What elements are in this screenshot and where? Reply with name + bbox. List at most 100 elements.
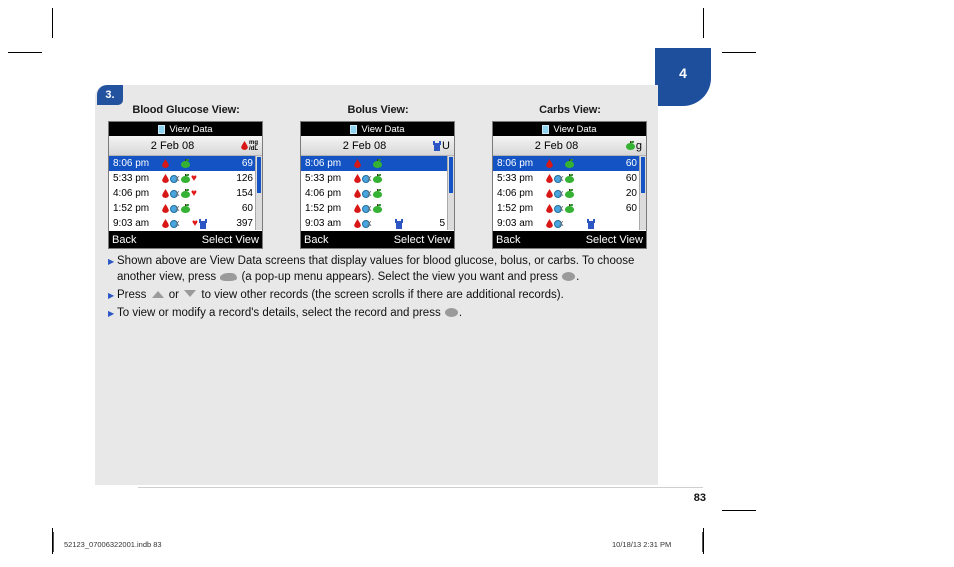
device-screen: View Data 2 Feb 08 U 8:06 pm 5:33 pm x 4:06 pm… bbox=[300, 121, 455, 249]
device-title-bar: View Data bbox=[493, 122, 646, 136]
icon-spacer bbox=[362, 159, 372, 168]
record-list[interactable]: 8:06 pm 69 5:33 pm x ♥ 126 4:06 pm x ♥ 154 1:52 pm… bbox=[109, 156, 262, 230]
soft-key-bar: Back Select View bbox=[301, 231, 454, 248]
document-icon bbox=[350, 124, 358, 134]
device-date-bar: 2 Feb 08 U bbox=[301, 136, 454, 156]
bullet-marker-icon: ▶ bbox=[108, 290, 115, 300]
blood-drop-icon bbox=[546, 174, 553, 183]
icon-spacer bbox=[373, 219, 383, 228]
document-icon bbox=[158, 124, 166, 134]
syringe-icon bbox=[433, 140, 442, 151]
up-arrow-button-icon bbox=[151, 290, 164, 298]
record-row[interactable]: 1:52 pm x bbox=[301, 201, 454, 216]
device-screen: View Data 2 Feb 08 g 8:06 pm 60 5:33 pm x 60 4:0… bbox=[492, 121, 647, 249]
record-row[interactable]: 8:06 pm 60 bbox=[493, 156, 646, 171]
scrollbar-thumb[interactable] bbox=[257, 157, 261, 193]
device-unit-label: g bbox=[635, 139, 642, 152]
device-screen: View Data 2 Feb 08 mg/dL 8:06 pm 69 5:33 pm x ♥… bbox=[108, 121, 263, 249]
record-row[interactable]: 8:06 pm 69 bbox=[109, 156, 262, 171]
record-icons bbox=[545, 159, 615, 168]
scrollbar-thumb[interactable] bbox=[641, 157, 645, 193]
bolus-meal-icon: x bbox=[170, 219, 180, 229]
device-unit-label: U bbox=[442, 139, 450, 152]
chapter-tab-number: 4 bbox=[679, 65, 687, 81]
bolus-meal-icon: x bbox=[170, 189, 180, 199]
footer-rule bbox=[138, 487, 703, 488]
blood-drop-icon bbox=[354, 219, 361, 228]
record-time: 4:06 pm bbox=[113, 188, 150, 199]
record-time: 9:03 am bbox=[305, 218, 342, 229]
back-soft-key[interactable]: Back bbox=[112, 234, 136, 246]
instruction-text-segment: . bbox=[576, 270, 580, 283]
select-view-soft-key[interactable]: Select View bbox=[586, 234, 643, 246]
record-row[interactable]: 8:06 pm bbox=[301, 156, 454, 171]
record-time: 1:52 pm bbox=[113, 203, 150, 214]
back-soft-key[interactable]: Back bbox=[304, 234, 328, 246]
record-row[interactable]: 4:06 pm x bbox=[301, 186, 454, 201]
apple-icon bbox=[181, 189, 190, 198]
apple-icon bbox=[565, 204, 574, 213]
apple-icon bbox=[181, 174, 190, 183]
menu-button-icon bbox=[220, 272, 238, 281]
record-time: 8:06 pm bbox=[497, 158, 534, 169]
record-icons: x bbox=[353, 204, 423, 214]
soft-key-bar: Back Select View bbox=[493, 231, 646, 248]
record-list[interactable]: 8:06 pm 5:33 pm x 4:06 pm x 1:52 pm x 9:03 am x 5 bbox=[301, 156, 454, 230]
device-title-bar: View Data bbox=[109, 122, 262, 136]
screen-block: Blood Glucose View: View Data 2 Feb 08 mg/d… bbox=[108, 104, 264, 249]
blood-drop-icon bbox=[162, 219, 169, 228]
apple-icon bbox=[565, 159, 574, 168]
select-view-soft-key[interactable]: Select View bbox=[394, 234, 451, 246]
crop-mark-top-left bbox=[52, 8, 53, 38]
crop-mark-top-right bbox=[703, 8, 704, 38]
record-row[interactable]: 1:52 pm x 60 bbox=[109, 201, 262, 216]
crop-mark-right bbox=[722, 52, 756, 53]
record-row[interactable]: 4:06 pm x 20 bbox=[493, 186, 646, 201]
list-scrollbar[interactable] bbox=[447, 156, 454, 230]
apple-icon bbox=[625, 141, 635, 150]
record-icons: x bbox=[161, 204, 231, 214]
instruction-text-segment: or bbox=[165, 288, 183, 301]
instruction-text: Shown above are View Data screens that d… bbox=[117, 254, 653, 285]
bolus-meal-icon: x bbox=[554, 204, 564, 214]
record-row[interactable]: 5:33 pm x bbox=[301, 171, 454, 186]
record-time: 5:33 pm bbox=[305, 173, 342, 184]
blood-drop-icon bbox=[162, 189, 169, 198]
icon-spacer bbox=[384, 219, 394, 228]
record-row[interactable]: 5:33 pm x 60 bbox=[493, 171, 646, 186]
back-soft-key[interactable]: Back bbox=[496, 234, 520, 246]
blood-drop-icon bbox=[546, 159, 553, 168]
record-row[interactable]: 9:03 am x bbox=[493, 216, 646, 231]
instruction-text-segment: to view other records (the screen scroll… bbox=[198, 288, 564, 301]
list-scrollbar[interactable] bbox=[639, 156, 646, 230]
syringe-icon bbox=[395, 218, 403, 229]
screen-caption: Bolus View: bbox=[347, 104, 409, 116]
instruction-bullet: ▶ Press or to view other records (the scr… bbox=[108, 288, 653, 304]
record-list[interactable]: 8:06 pm 60 5:33 pm x 60 4:06 pm x 20 1:52 pm x 60 9… bbox=[493, 156, 646, 230]
heart-icon: ♥ bbox=[191, 188, 197, 199]
record-row[interactable]: 9:03 am x ♥ 397 bbox=[109, 216, 262, 231]
device-date-bar: 2 Feb 08 g bbox=[493, 136, 646, 156]
device-date: 2 Feb 08 bbox=[150, 139, 195, 152]
scrollbar-thumb[interactable] bbox=[449, 157, 453, 193]
blood-drop-icon bbox=[354, 189, 361, 198]
blood-drop-icon bbox=[546, 219, 553, 228]
device-title: View Data bbox=[553, 123, 597, 135]
record-icons: x ♥ bbox=[161, 174, 231, 184]
bullet-marker-icon: ▶ bbox=[108, 309, 115, 318]
instruction-text-segment: Press bbox=[117, 288, 150, 301]
record-row[interactable]: 5:33 pm x ♥ 126 bbox=[109, 171, 262, 186]
record-icons: x bbox=[545, 174, 615, 184]
list-scrollbar[interactable] bbox=[255, 156, 262, 230]
down-arrow-button-icon bbox=[184, 289, 197, 297]
blood-drop-icon bbox=[354, 204, 361, 213]
select-view-soft-key[interactable]: Select View bbox=[202, 234, 259, 246]
page-number: 83 bbox=[693, 492, 706, 504]
record-row[interactable]: 9:03 am x 5 bbox=[301, 216, 454, 231]
apple-icon bbox=[373, 174, 382, 183]
footer-timestamp: 10/18/13 2:31 PM bbox=[612, 540, 672, 549]
footer-bar-left bbox=[53, 532, 54, 552]
record-row[interactable]: 4:06 pm x ♥ 154 bbox=[109, 186, 262, 201]
record-icons bbox=[161, 159, 231, 168]
record-row[interactable]: 1:52 pm x 60 bbox=[493, 201, 646, 216]
